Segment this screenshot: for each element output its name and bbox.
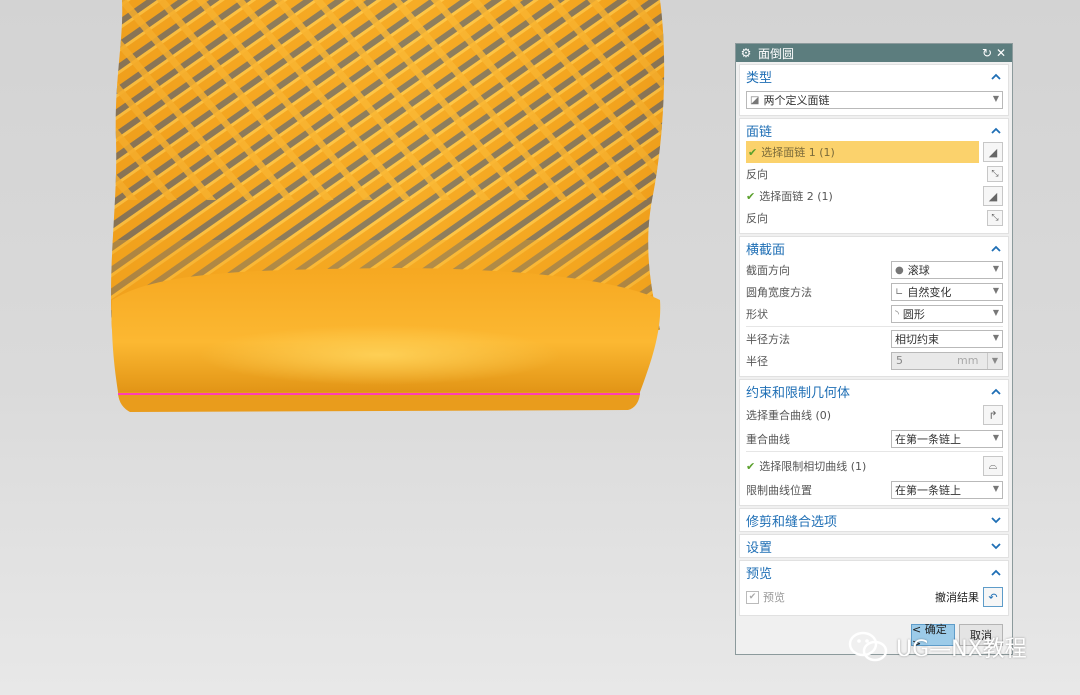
shape-label: 形状 — [746, 308, 768, 321]
preview-label: 预览 — [763, 591, 785, 604]
radius-label: 半径 — [746, 355, 768, 368]
chevron-down-icon: ▼ — [992, 94, 999, 103]
section-preview: 预览 ✔ 预览 撤消结果 ↶ — [739, 560, 1009, 616]
chevron-down-icon[interactable]: ▼ — [987, 353, 1002, 369]
face-chain-icon: ◪ — [750, 94, 760, 106]
radius-input[interactable]: 5 mm ▼ — [891, 352, 1003, 370]
width-method-select[interactable]: ∟ 自然变化 ▼ — [891, 283, 1003, 301]
reverse-direction-icon[interactable]: ⤡ — [987, 166, 1003, 182]
chevron-down-icon: ▼ — [992, 308, 999, 317]
section-trim-header[interactable]: 修剪和缝合选项 — [740, 509, 1008, 531]
orientation-label: 截面方向 — [746, 264, 790, 277]
circular-shape-icon: ◝ — [895, 308, 899, 320]
watermark: UG—NX教程 — [848, 630, 1027, 664]
chevron-down-icon: ▼ — [992, 286, 999, 295]
radius-unit: mm — [957, 354, 979, 367]
limit-position-select[interactable]: 在第一条链上 ▼ — [891, 481, 1003, 499]
chevron-up-icon — [990, 242, 1002, 254]
coincident-curve-label: 重合曲线 — [746, 433, 790, 446]
chevron-down-icon: ▼ — [992, 333, 999, 342]
section-face-chain: 面链 ✔ 选择面链 1 (1) ◢ 反向 ⤡ ✔ 选择面链 2 (1) ◢ 反向 — [739, 118, 1009, 234]
chevron-up-icon — [990, 70, 1002, 82]
face-select-icon[interactable]: ◢ — [983, 186, 1003, 206]
gear-icon: ⚙ — [740, 46, 752, 60]
curve-select-icon[interactable]: ↱ — [983, 405, 1003, 425]
chevron-down-icon: ▼ — [992, 433, 999, 442]
dialog-title: 面倒圆 — [758, 46, 795, 61]
coincident-curve-select[interactable]: 在第一条链上 ▼ — [891, 430, 1003, 448]
orientation-select[interactable]: ● 滚球 ▼ — [891, 261, 1003, 279]
section-trim: 修剪和缝合选项 — [739, 508, 1009, 532]
section-type-header[interactable]: 类型 — [740, 65, 1008, 87]
section-face-chain-header[interactable]: 面链 — [740, 119, 1008, 141]
wechat-icon — [848, 631, 888, 662]
select-face-chain-2[interactable]: ✔ 选择面链 2 (1) ◢ — [746, 185, 1003, 207]
section-cross-section: 横截面 截面方向 ● 滚球 ▼ 圆角宽度方法 ∟ 自然变化 ▼ 形状 ◝ 圆形 … — [739, 236, 1009, 377]
undo-icon[interactable]: ↶ — [983, 587, 1003, 607]
chevron-down-icon: ▼ — [992, 484, 999, 493]
highlight-glow — [200, 325, 560, 385]
section-type: 类型 ◪ 两个定义面链 ▼ — [739, 64, 1009, 116]
select-coincident-curve[interactable]: 选择重合曲线 (0) — [746, 407, 983, 423]
rolling-ball-icon: ● — [895, 264, 904, 276]
chevron-up-icon — [990, 566, 1002, 578]
radius-method-label: 半径方法 — [746, 333, 790, 346]
check-icon: ✔ — [748, 145, 758, 159]
undo-result-label: 撤消结果 — [935, 591, 979, 604]
reset-icon[interactable]: ↻ — [980, 46, 994, 60]
select-limit-curve[interactable]: 选择限制相切曲线 (1) — [759, 458, 983, 474]
check-icon: ✔ — [746, 189, 756, 203]
width-method-label: 圆角宽度方法 — [746, 286, 812, 299]
limit-curve-icon[interactable]: ⌓ — [983, 456, 1003, 476]
natural-variation-icon: ∟ — [895, 286, 904, 298]
chevron-down-icon — [990, 540, 1002, 552]
section-settings: 设置 — [739, 534, 1009, 558]
close-icon[interactable]: ✕ — [994, 46, 1008, 60]
face-blend-dialog: ⚙ 面倒圆 ↻ ✕ 类型 ◪ 两个定义面链 ▼ 面链 ✔ 选择面链 1 (1) … — [735, 43, 1013, 655]
face-select-icon[interactable]: ◢ — [983, 142, 1003, 162]
reverse-row-2: 反向 ⤡ — [746, 207, 1003, 229]
section-preview-header[interactable]: 预览 — [740, 561, 1008, 583]
chevron-up-icon — [990, 385, 1002, 397]
dialog-title-bar: ⚙ 面倒圆 ↻ ✕ — [736, 44, 1012, 62]
radius-method-select[interactable]: 相切约束 ▼ — [891, 330, 1003, 348]
reverse-direction-icon[interactable]: ⤡ — [987, 210, 1003, 226]
section-settings-header[interactable]: 设置 — [740, 535, 1008, 557]
limit-position-label: 限制曲线位置 — [746, 484, 812, 497]
chevron-up-icon — [990, 124, 1002, 136]
watermark-text: UG—NX教程 — [896, 637, 1027, 662]
section-constraints: 约束和限制几何体 选择重合曲线 (0) ↱ 重合曲线 在第一条链上 ▼ ✔ 选择… — [739, 379, 1009, 506]
reverse-row-1: 反向 ⤡ — [746, 163, 1003, 185]
chevron-down-icon — [990, 514, 1002, 526]
type-select[interactable]: ◪ 两个定义面链 ▼ — [746, 91, 1003, 109]
section-cross-section-header[interactable]: 横截面 — [740, 237, 1008, 259]
select-face-chain-1[interactable]: ✔ 选择面链 1 (1) — [746, 141, 979, 163]
preview-checkbox[interactable]: ✔ — [746, 590, 759, 604]
chevron-down-icon: ▼ — [992, 264, 999, 273]
check-icon: ✔ — [746, 459, 756, 473]
section-constraints-header[interactable]: 约束和限制几何体 — [740, 380, 1008, 402]
shape-select[interactable]: ◝ 圆形 ▼ — [891, 305, 1003, 323]
